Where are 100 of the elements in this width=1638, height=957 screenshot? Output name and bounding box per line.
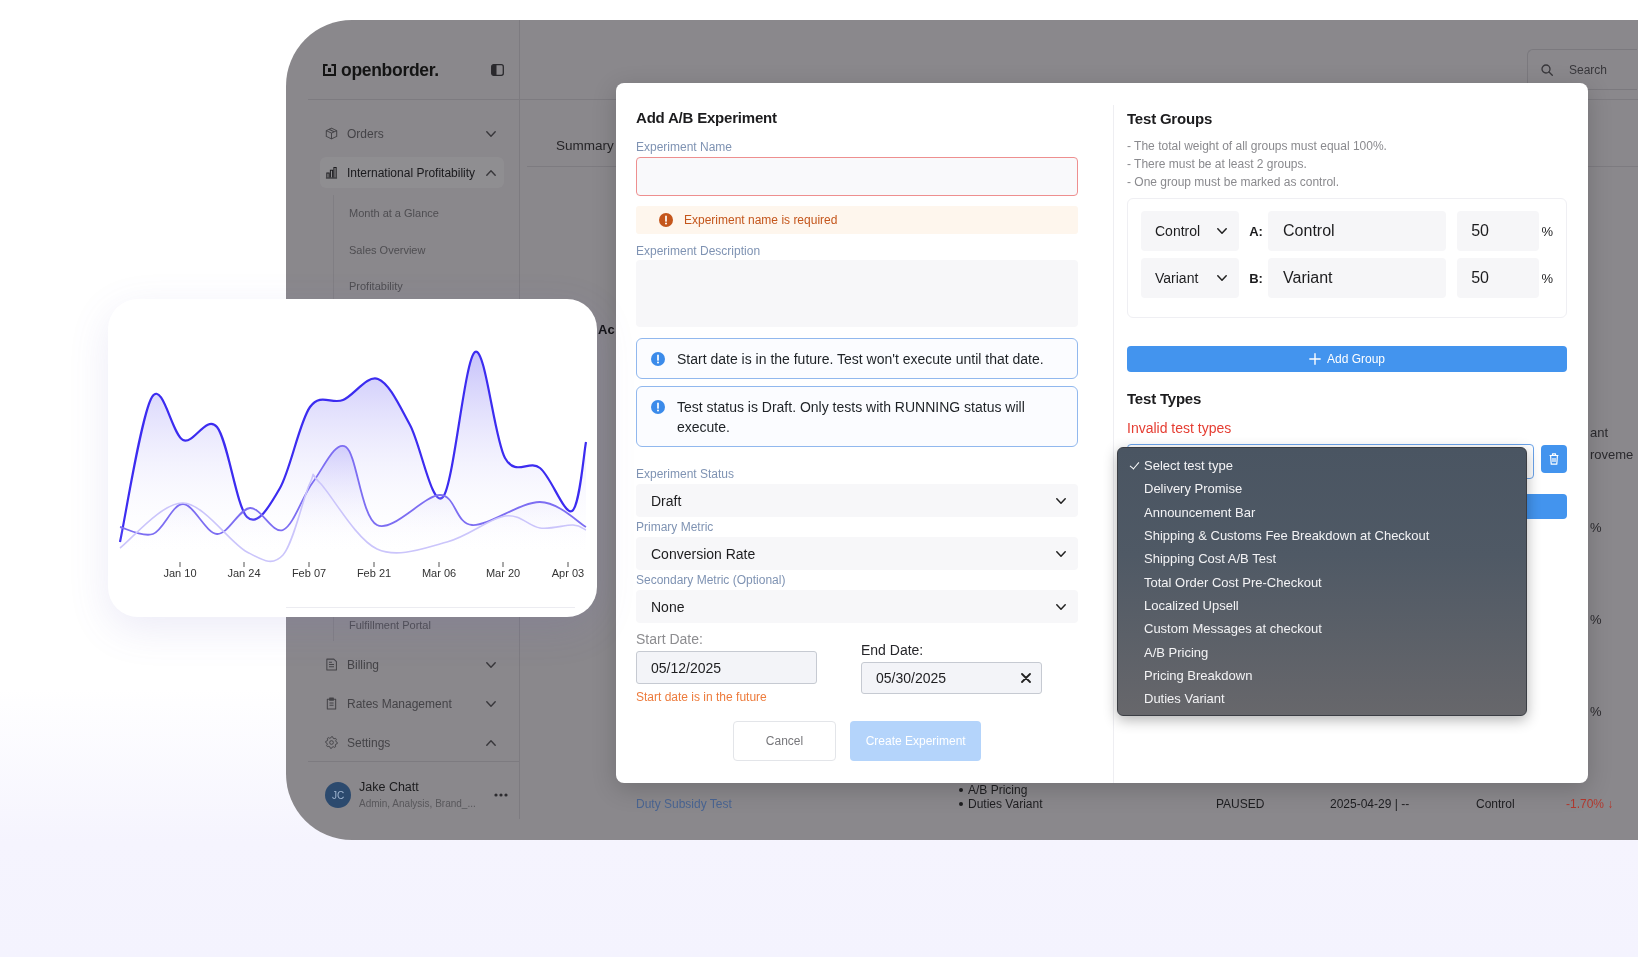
- error-text: Experiment name is required: [684, 213, 838, 227]
- percent-label: %: [1590, 520, 1602, 536]
- logo-text: openborder.: [341, 58, 439, 81]
- text-fragment: ant: [1590, 425, 1609, 441]
- percent-label: %: [1590, 612, 1602, 628]
- add-group-button[interactable]: Add Group: [1127, 346, 1567, 372]
- section-title: Test Types: [1127, 389, 1202, 409]
- chevron-icon: [1056, 550, 1066, 557]
- dropdown-option[interactable]: Shipping Cost A/B Test: [1118, 547, 1526, 571]
- unit-label: %: [1541, 223, 1553, 239]
- chevron-icon: [1217, 228, 1228, 234]
- group-name-field[interactable]: Control: [1268, 211, 1447, 251]
- chevron-icon: [1056, 603, 1066, 610]
- group-role-select[interactable]: Variant: [1141, 258, 1240, 298]
- axis-label: Feb 07: [291, 567, 327, 579]
- dropdown-option[interactable]: Total Order Cost Pre-Checkout: [1118, 570, 1526, 594]
- change-value: -1.70% ↓: [1566, 797, 1614, 811]
- field-label: Experiment Description: [636, 243, 761, 259]
- field-label: End Date:: [861, 641, 924, 659]
- trash-icon: [1549, 453, 1559, 465]
- logo-icon: [323, 63, 336, 76]
- date-field[interactable]: 05/30/2025: [861, 662, 1042, 694]
- alert-icon: [651, 399, 665, 414]
- dropdown-option[interactable]: Delivery Promise: [1118, 477, 1526, 501]
- unit-label: %: [1541, 270, 1553, 286]
- nav-item[interactable]: International Profitability: [320, 157, 504, 188]
- field-label: Experiment Name: [636, 139, 733, 155]
- dropdown-option[interactable]: Announcement Bar: [1118, 500, 1526, 524]
- field-error: Start date is in the future: [636, 689, 767, 705]
- alert-text: Test status is Draft. Only tests with RUNNING status will execute.: [677, 397, 1026, 437]
- group-text: Control: [1476, 797, 1515, 811]
- clipboard-icon: [325, 697, 338, 710]
- bar-chart-icon: [325, 166, 338, 179]
- select-field[interactable]: None: [636, 590, 1078, 623]
- chevron-icon: [1217, 275, 1228, 281]
- select-field[interactable]: Draft: [636, 484, 1078, 517]
- text-fragment: roveme: [1590, 447, 1634, 463]
- settings-icon: [325, 736, 338, 749]
- dropdown-option[interactable]: Custom Messages at checkout: [1118, 617, 1526, 641]
- list-item-text: A/B Pricing: [968, 783, 1028, 797]
- tick-mark: [438, 562, 440, 567]
- weight-field[interactable]: 50: [1457, 258, 1540, 298]
- plus-icon: [1308, 353, 1321, 365]
- alert-icon: [651, 351, 665, 366]
- validation-error: Invalid test types: [1127, 419, 1232, 437]
- date-field[interactable]: 05/12/2025: [636, 651, 817, 684]
- bullet-icon: [959, 802, 963, 806]
- status-text: PAUSED: [1216, 797, 1265, 811]
- delete-button[interactable]: [1541, 445, 1567, 473]
- dropdown-option[interactable]: Shipping & Customs Fee Breakdown at Checkout: [1118, 523, 1526, 548]
- group-role-select[interactable]: Control: [1141, 211, 1240, 251]
- rule-text: - There must be at least 2 groups.: [1127, 156, 1307, 173]
- axis-label: Feb 21: [356, 567, 392, 579]
- more-icon[interactable]: [494, 793, 508, 797]
- sidebar-toggle-icon[interactable]: [491, 63, 504, 76]
- group-letter: B:: [1249, 270, 1264, 286]
- axis-label: Mar 20: [485, 567, 521, 579]
- dialog-title: Add A/B Experiment: [636, 108, 777, 128]
- tick-mark: [243, 562, 245, 567]
- dropdown-option[interactable]: Pricing Breakdown: [1118, 663, 1526, 687]
- dropdown-option[interactable]: Select test type: [1118, 454, 1526, 478]
- section-title: Test Groups: [1127, 109, 1213, 129]
- axis-label: Mar 06: [421, 567, 457, 579]
- field-label: Start Date:: [636, 630, 703, 648]
- search-icon: [1541, 63, 1553, 76]
- tab[interactable]: Summary: [556, 138, 614, 154]
- dropdown-option[interactable]: Localized Upsell: [1118, 593, 1526, 618]
- input-field[interactable]: [636, 157, 1078, 196]
- box-icon: [325, 127, 338, 140]
- axis-label: Apr 03: [551, 567, 585, 579]
- field-label: Experiment Status: [636, 466, 735, 482]
- field-label: Secondary Metric (Optional): [636, 572, 786, 588]
- axis-label: Jan 24: [227, 567, 261, 579]
- group-letter: A:: [1249, 223, 1264, 239]
- section-heading: Ac: [598, 321, 615, 339]
- alert-text: Start date is in the future. Test won't execute until that date.: [677, 349, 1044, 369]
- alert-icon: [659, 213, 673, 227]
- select-field[interactable]: Conversion Rate: [636, 537, 1078, 570]
- dropdown-option[interactable]: A/B Pricing: [1118, 640, 1526, 664]
- chevron-icon: [1056, 497, 1066, 504]
- tick-mark: [179, 562, 181, 567]
- weight-field[interactable]: 50: [1457, 211, 1540, 251]
- tick-mark: [502, 562, 504, 567]
- cancel-button[interactable]: Cancel: [732, 721, 837, 761]
- tick-mark: [567, 562, 569, 567]
- rule-text: - The total weight of all groups must equal 100%.: [1127, 138, 1387, 155]
- dropdown-option[interactable]: Duties Variant: [1118, 686, 1526, 711]
- field-label: Primary Metric: [636, 519, 714, 535]
- user-name: Jake Chatt: [359, 779, 419, 795]
- user-avatar: JC: [325, 782, 351, 808]
- close-icon[interactable]: [1021, 673, 1031, 683]
- axis-label: Jan 10: [163, 567, 197, 579]
- group-name-field[interactable]: Variant: [1268, 258, 1447, 298]
- percent-label: %: [1590, 704, 1602, 720]
- list-item-text: Duties Variant: [968, 797, 1043, 811]
- rule-text: - One group must be marked as control.: [1127, 174, 1340, 191]
- bullet-icon: [959, 788, 963, 792]
- tick-mark: [308, 562, 310, 567]
- tick-mark: [373, 562, 375, 567]
- date-text: 2025-04-29 | --: [1330, 797, 1410, 811]
